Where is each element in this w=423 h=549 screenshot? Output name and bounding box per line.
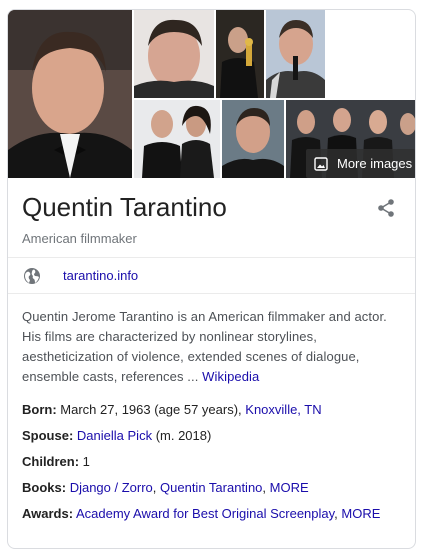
image-gallery-icon bbox=[314, 156, 328, 171]
description: Quentin Jerome Tarantino is an American … bbox=[8, 294, 415, 387]
book-link[interactable]: Django / Zorro bbox=[70, 480, 153, 495]
born-place-link[interactable]: Knoxville, TN bbox=[245, 402, 321, 417]
fact-children-value: 1 bbox=[79, 454, 90, 469]
more-images-label: More images bbox=[337, 156, 413, 171]
fact-spouse-label: Spouse: bbox=[22, 428, 74, 443]
awards-more-link[interactable]: MORE bbox=[341, 506, 380, 521]
entity-subtitle: American filmmaker bbox=[22, 231, 137, 246]
fact-born: Born: March 27, 1963 (age 57 years), Kno… bbox=[22, 400, 401, 420]
award-link[interactable]: Academy Award for Best Original Screenpl… bbox=[76, 506, 334, 521]
share-icon[interactable] bbox=[376, 198, 396, 218]
image-tile-main[interactable] bbox=[8, 10, 132, 178]
book-link[interactable]: Quentin Tarantino bbox=[160, 480, 262, 495]
separator: , bbox=[152, 480, 161, 495]
fact-children: Children: 1 bbox=[22, 452, 401, 472]
fact-books: Books: Django / Zorro, Quentin Tarantino… bbox=[22, 478, 401, 498]
fact-children-label: Children: bbox=[22, 454, 80, 469]
entity-title: Quentin Tarantino bbox=[22, 192, 227, 222]
fact-spouse-value: (m. 2018) bbox=[152, 428, 212, 443]
image-tile-6[interactable] bbox=[222, 100, 284, 178]
fact-born-value: March 27, 1963 (age 57 years), bbox=[56, 402, 246, 417]
wikipedia-link[interactable]: Wikipedia bbox=[202, 369, 259, 384]
more-images-button[interactable]: More images bbox=[306, 149, 415, 178]
fact-awards: Awards: Academy Award for Best Original … bbox=[22, 504, 401, 524]
spouse-link[interactable]: Daniella Pick bbox=[77, 428, 152, 443]
facts-list: Born: March 27, 1963 (age 57 years), Kno… bbox=[8, 387, 415, 524]
image-tile-2[interactable] bbox=[134, 10, 214, 98]
website-link[interactable]: tarantino.info bbox=[63, 268, 138, 283]
image-mosaic: More images bbox=[8, 10, 415, 178]
image-tile-3[interactable] bbox=[216, 10, 264, 98]
fact-spouse: Spouse: Daniella Pick (m. 2018) bbox=[22, 426, 401, 446]
title-block: Quentin Tarantino American filmmaker bbox=[8, 178, 415, 258]
image-tile-5[interactable] bbox=[134, 100, 220, 178]
fact-awards-label: Awards: bbox=[22, 506, 74, 521]
fact-born-label: Born: bbox=[22, 402, 57, 417]
knowledge-panel: More images Quentin Tarantino American f… bbox=[7, 9, 416, 549]
fact-books-label: Books: bbox=[22, 480, 67, 495]
globe-icon bbox=[24, 267, 40, 284]
books-more-link[interactable]: MORE bbox=[270, 480, 309, 495]
website-row: tarantino.info bbox=[8, 258, 415, 294]
separator: , bbox=[262, 480, 270, 495]
image-tile-4[interactable] bbox=[266, 10, 325, 98]
